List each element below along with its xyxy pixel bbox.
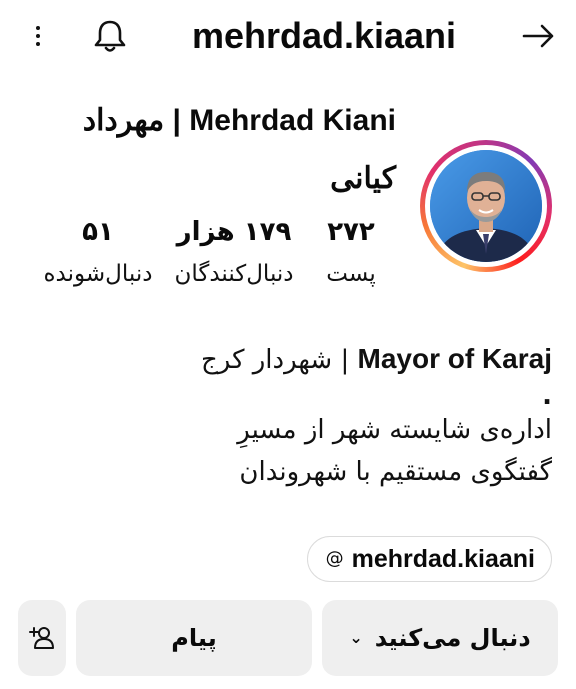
avatar[interactable] (430, 150, 542, 262)
posts-stat[interactable]: ۲۷۲ پست (306, 212, 396, 296)
bio-dot: . (542, 381, 552, 411)
following-count: ۵۱ (82, 217, 114, 247)
posts-label: پست (326, 261, 376, 287)
top-bar: mehrdad.kiaani (0, 0, 576, 72)
profile-stats: ۲۷۲ پست ۱۷۹ هزار دنبال‌کنندگان ۵۱ دنبال‌… (36, 212, 396, 304)
suggested-accounts-button[interactable] (18, 600, 66, 676)
chevron-down-icon: ⌄ (349, 628, 363, 647)
bio-separator: | (332, 345, 358, 375)
following-button[interactable]: دنبال می‌کنید ⌄ (322, 600, 558, 676)
more-options-icon[interactable] (24, 20, 52, 52)
followers-label: دنبال‌کنندگان (174, 261, 294, 287)
profile-display-name: Mehrdad Kiani | مهرداد کیانی (82, 104, 396, 195)
arrow-right-icon[interactable] (516, 16, 560, 56)
followers-count: ۱۷۹ هزار (176, 217, 292, 247)
threads-icon: @ (325, 548, 344, 569)
story-ring[interactable] (420, 140, 552, 272)
bell-icon[interactable] (88, 16, 132, 56)
avatar-border (425, 145, 547, 267)
message-button-label: پیام (171, 624, 217, 652)
bio-title-line: Mayor of Karaj | شهردار کرج (24, 336, 552, 383)
bio-title-fa: شهردار کرج (200, 345, 333, 375)
following-label: دنبال‌شونده (43, 261, 153, 287)
threads-profile-link[interactable]: @ mehrdad.kiaani (306, 536, 552, 582)
message-button[interactable]: پیام (76, 600, 312, 676)
bio-line-3: گفتگوی مستقیم با شهروندان (239, 457, 552, 487)
add-person-icon (29, 627, 54, 649)
bio-title-en: Mayor of Karaj (357, 343, 553, 374)
profile-photo-icon (430, 150, 542, 262)
profile-bio: Mayor of Karaj | شهردار کرج . اداره‌ی شا… (24, 336, 552, 493)
following-button-label: دنبال می‌کنید (374, 624, 531, 652)
profile-username: mehrdad.kiaani (191, 15, 457, 56)
threads-username: mehrdad.kiaani (351, 545, 535, 573)
posts-count: ۲۷۲ (327, 217, 375, 247)
bio-line-2: اداره‌ی شایسته شهر از مسیرِ (237, 415, 552, 445)
followers-stat[interactable]: ۱۷۹ هزار دنبال‌کنندگان (164, 212, 304, 296)
following-stat[interactable]: ۵۱ دنبال‌شونده (36, 212, 160, 296)
